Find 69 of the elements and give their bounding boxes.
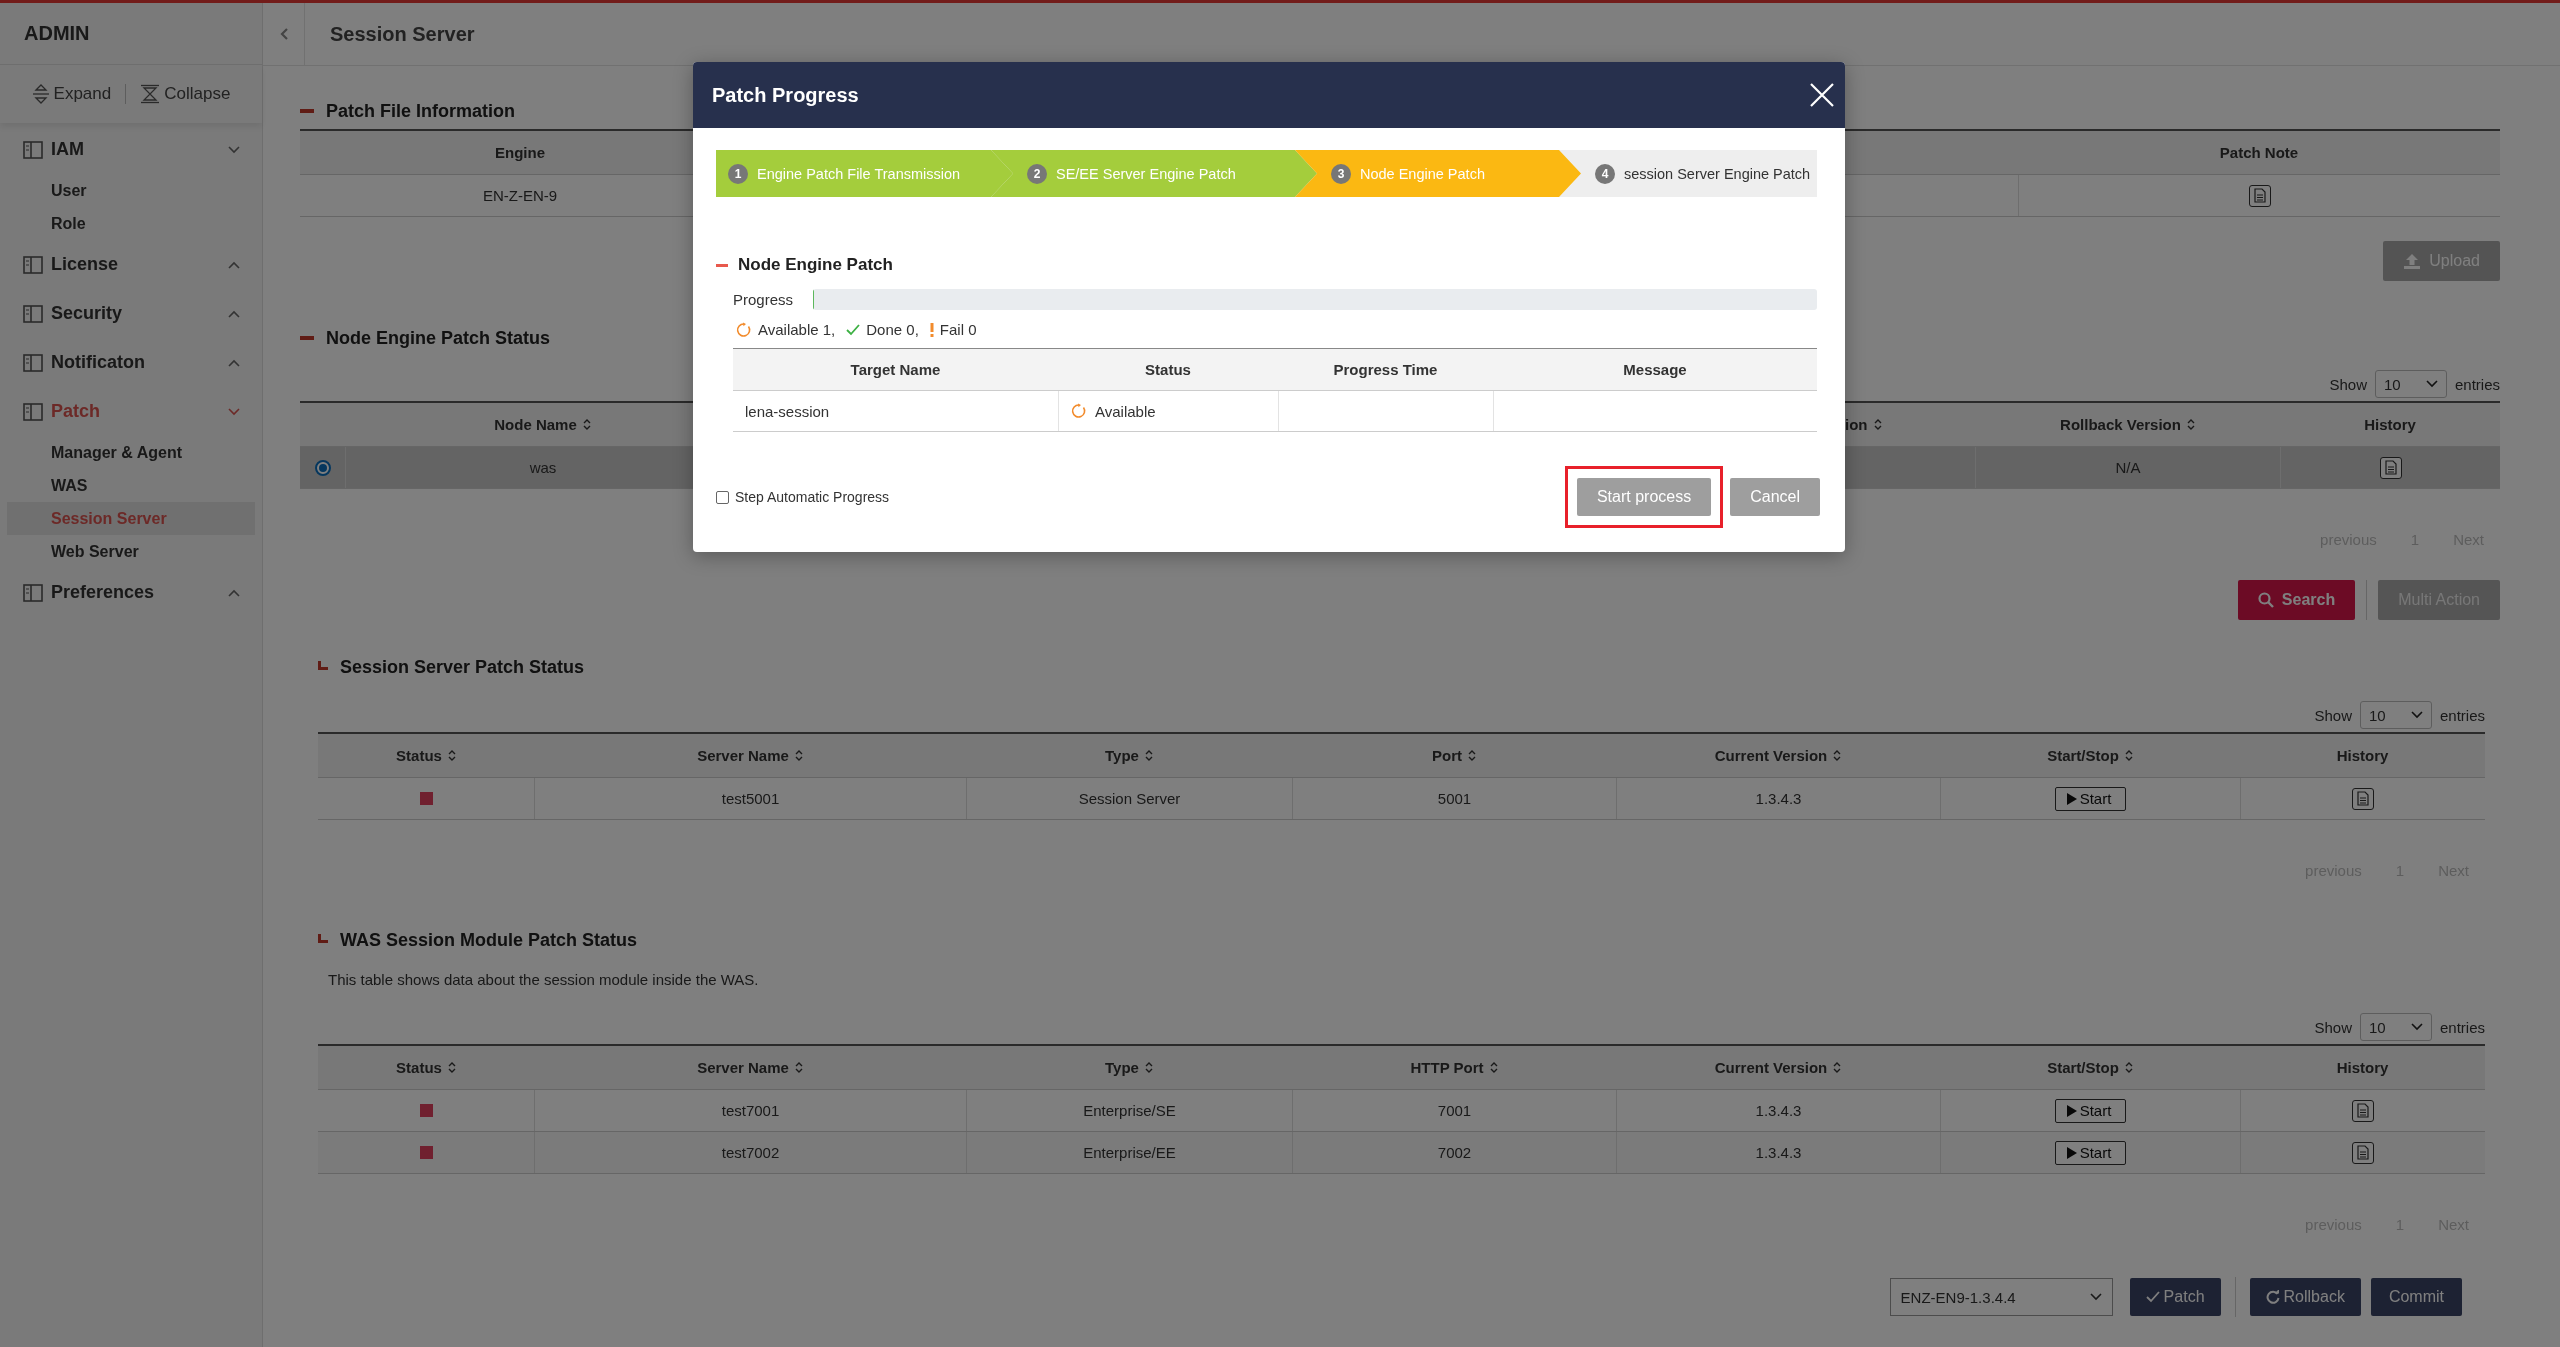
column-header: History <box>2336 747 2389 764</box>
step-number: 3 <box>1331 163 1351 184</box>
entries-label: entries <box>2454 375 2500 393</box>
section-title: Patch File Information <box>326 100 516 122</box>
section-title: Node Engine Patch Status <box>326 327 551 349</box>
description: This table shows data about the session module inside the WAS. <box>328 971 760 988</box>
column-header: Progress Time <box>1333 361 1438 378</box>
step-number: 1 <box>728 163 748 184</box>
count-label: Available 1, <box>758 321 836 338</box>
column-header: Type <box>1105 747 1139 764</box>
step-label: Node Engine Patch <box>1360 165 1485 182</box>
table-cell: test7001 <box>721 1102 780 1119</box>
column-header: HTTP Port <box>1410 1059 1484 1076</box>
step-number: 2 <box>1027 163 1047 184</box>
count-label: Done 0, <box>866 321 919 338</box>
column-header: Server Name <box>697 1059 789 1076</box>
table-cell: was <box>529 459 557 476</box>
column-header: Current Version <box>1714 747 1828 764</box>
show-label: Show <box>2329 375 2367 393</box>
column-header: Current Version <box>1714 1059 1828 1076</box>
table-cell: 5001 <box>1437 790 1472 807</box>
column-header: Patch Note <box>2219 144 2299 161</box>
table-cell: 1.3.4.3 <box>1755 1144 1802 1161</box>
column-header: Server Name <box>697 747 789 764</box>
column-header: Status <box>396 747 442 764</box>
column-header: Status <box>396 1059 442 1076</box>
table-cell: Enterprise/SE <box>1083 1102 1176 1119</box>
column-header: Engine <box>495 144 545 161</box>
table-cell: Session Server <box>1078 790 1181 807</box>
column-header: Message <box>1623 361 1687 378</box>
table-cell: N/A <box>2115 459 2141 476</box>
column-header: Node Name <box>494 416 577 433</box>
column-header: ion <box>1845 416 1868 433</box>
section-title: Session Server Patch Status <box>340 656 585 678</box>
table-cell: 1.3.4.3 <box>1755 790 1802 807</box>
table-cell: 7001 <box>1437 1102 1472 1119</box>
checkbox-label: Step Automatic Progress <box>735 489 890 505</box>
step-number: 4 <box>1595 163 1615 184</box>
show-label: Show <box>2314 706 2352 724</box>
step-label: session Server Engine Patch <box>1624 165 1811 182</box>
show-label: Show <box>2314 1018 2352 1036</box>
column-header: Start/Stop <box>2047 1059 2119 1076</box>
table-cell: test5001 <box>721 790 780 807</box>
section-title: WAS Session Module Patch Status <box>340 929 638 951</box>
column-header: Port <box>1432 747 1462 764</box>
dialog-title: Patch Progress <box>712 83 859 107</box>
table-cell: 7002 <box>1437 1144 1472 1161</box>
page-title: Session Server <box>330 22 475 46</box>
entries-label: entries <box>2439 706 2485 724</box>
column-header: History <box>2364 416 2416 433</box>
table-cell: EN-Z-EN-9 <box>482 187 558 204</box>
progress-label: Progress <box>733 291 794 308</box>
count-label: Fail 0 <box>939 321 977 338</box>
column-header: Type <box>1105 1059 1139 1076</box>
step-label: Engine Patch File Transmission <box>757 165 961 182</box>
column-header: History <box>2336 1059 2389 1076</box>
table-cell: test7002 <box>721 1144 780 1161</box>
column-header: Rollback Version <box>2060 416 2181 433</box>
table-cell: Enterprise/EE <box>1083 1144 1176 1161</box>
step-label: SE/EE Server Engine Patch <box>1056 165 1236 182</box>
entries-label: entries <box>2439 1018 2485 1036</box>
column-header: Start/Stop <box>2047 747 2119 764</box>
table-cell: Available <box>1095 402 1156 420</box>
column-header: Status <box>1145 361 1191 378</box>
table-cell: lena-session <box>745 402 830 420</box>
app-title: ADMIN <box>24 22 90 45</box>
section-title: Node Engine Patch <box>738 255 893 275</box>
column-header: Target Name <box>850 361 941 378</box>
table-cell: 1.3.4.3 <box>1755 1102 1802 1119</box>
